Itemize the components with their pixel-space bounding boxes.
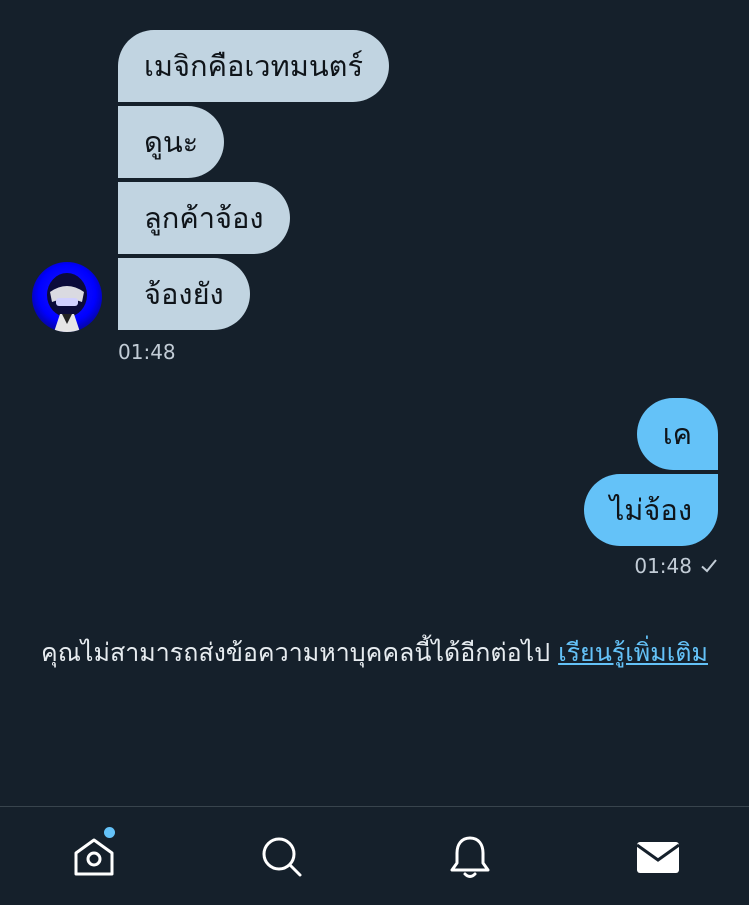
notification-dot (104, 827, 115, 838)
outgoing-message[interactable]: ไม่จ้อง (583, 474, 718, 546)
incoming-message[interactable]: ลูกค้าจ้อง (118, 182, 290, 254)
incoming-message[interactable]: จ้องยัง (118, 258, 250, 330)
notice-text: คุณไม่สามารถส่งข้อความหาบุคคลนี้ได้อีกต่… (41, 638, 551, 667)
conversation-view: เมจิกคือเวทมนตร์ ดูนะ ลูกค้าจ้อง จ้องยัง… (0, 0, 749, 806)
message-text: เค (662, 417, 692, 451)
outgoing-message[interactable]: เค (636, 398, 718, 470)
messages-icon (636, 842, 680, 873)
incoming-message[interactable]: ดูนะ (118, 106, 225, 178)
message-text: จ้องยัง (144, 277, 224, 311)
home-icon (74, 838, 114, 876)
bottom-tab-bar (0, 806, 749, 905)
tab-notifications[interactable] (446, 833, 494, 881)
tab-home[interactable] (70, 827, 118, 881)
message-text: ไม่จ้อง (609, 493, 692, 527)
avatar-image (47, 273, 87, 332)
outgoing-timestamp-row: 01:48 (634, 554, 718, 578)
message-text: ดูนะ (144, 125, 199, 159)
incoming-message[interactable]: เมจิกคือเวทมนตร์ (118, 30, 390, 102)
message-text: ลูกค้าจ้อง (144, 201, 264, 235)
sender-avatar[interactable] (32, 262, 102, 332)
notifications-icon (450, 836, 490, 878)
outgoing-timestamp: 01:48 (634, 554, 692, 578)
tab-messages[interactable] (634, 833, 682, 881)
checkmark-icon (701, 559, 717, 573)
incoming-timestamp: 01:48 (118, 340, 176, 364)
message-text: เมจิกคือเวทมนตร์ (144, 49, 364, 83)
learn-more-link[interactable]: เรียนรู้เพิ่มเติม (558, 638, 708, 667)
search-icon (262, 837, 302, 877)
conversation-notice: คุณไม่สามารถส่งข้อความหาบุคคลนี้ได้อีกต่… (0, 632, 749, 674)
tab-search[interactable] (258, 833, 306, 881)
